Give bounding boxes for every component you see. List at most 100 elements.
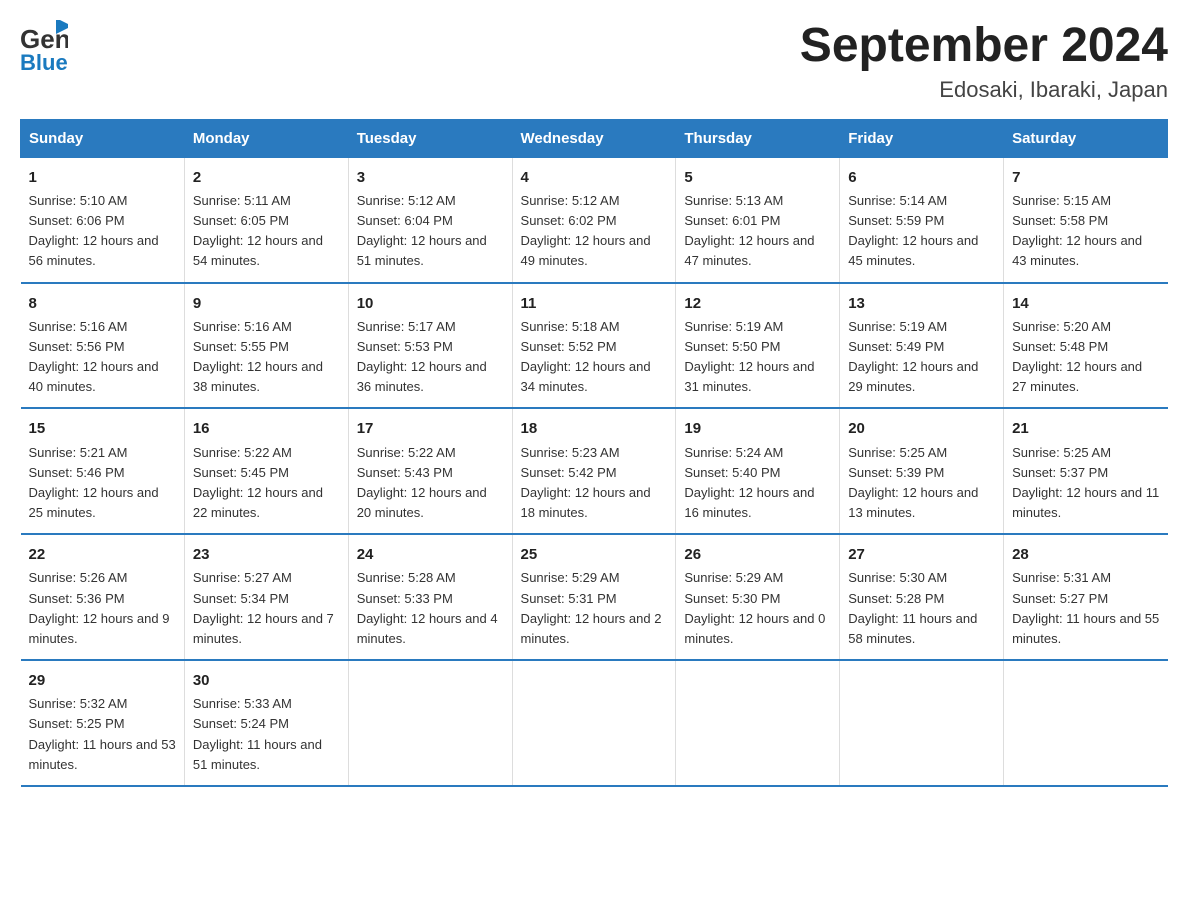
day-cell: 4 Sunrise: 5:12 AMSunset: 6:02 PMDayligh… xyxy=(512,157,676,282)
day-info: Sunrise: 5:29 AMSunset: 5:31 PMDaylight:… xyxy=(521,570,662,645)
day-number: 20 xyxy=(848,417,995,440)
day-number: 5 xyxy=(684,166,831,189)
day-info: Sunrise: 5:25 AMSunset: 5:39 PMDaylight:… xyxy=(848,445,978,520)
day-number: 25 xyxy=(521,543,668,566)
logo-image: General Blue xyxy=(20,20,68,77)
day-cell: 13 Sunrise: 5:19 AMSunset: 5:49 PMDaylig… xyxy=(840,283,1004,409)
week-row-4: 22 Sunrise: 5:26 AMSunset: 5:36 PMDaylig… xyxy=(21,534,1168,660)
weekday-header-friday: Friday xyxy=(840,119,1004,157)
day-cell: 26 Sunrise: 5:29 AMSunset: 5:30 PMDaylig… xyxy=(676,534,840,660)
day-number: 11 xyxy=(521,292,668,315)
day-number: 2 xyxy=(193,166,340,189)
day-info: Sunrise: 5:33 AMSunset: 5:24 PMDaylight:… xyxy=(193,696,322,771)
day-info: Sunrise: 5:20 AMSunset: 5:48 PMDaylight:… xyxy=(1012,319,1142,394)
day-cell: 29 Sunrise: 5:32 AMSunset: 5:25 PMDaylig… xyxy=(21,660,185,786)
day-cell: 21 Sunrise: 5:25 AMSunset: 5:37 PMDaylig… xyxy=(1004,408,1168,534)
day-number: 14 xyxy=(1012,292,1159,315)
day-number: 23 xyxy=(193,543,340,566)
day-info: Sunrise: 5:18 AMSunset: 5:52 PMDaylight:… xyxy=(521,319,651,394)
day-cell: 27 Sunrise: 5:30 AMSunset: 5:28 PMDaylig… xyxy=(840,534,1004,660)
day-cell: 14 Sunrise: 5:20 AMSunset: 5:48 PMDaylig… xyxy=(1004,283,1168,409)
day-cell xyxy=(512,660,676,786)
day-info: Sunrise: 5:32 AMSunset: 5:25 PMDaylight:… xyxy=(29,696,176,771)
day-cell: 3 Sunrise: 5:12 AMSunset: 6:04 PMDayligh… xyxy=(348,157,512,282)
day-info: Sunrise: 5:12 AMSunset: 6:02 PMDaylight:… xyxy=(521,193,651,268)
day-number: 28 xyxy=(1012,543,1159,566)
day-cell: 9 Sunrise: 5:16 AMSunset: 5:55 PMDayligh… xyxy=(184,283,348,409)
day-cell xyxy=(1004,660,1168,786)
day-number: 19 xyxy=(684,417,831,440)
day-number: 16 xyxy=(193,417,340,440)
week-row-2: 8 Sunrise: 5:16 AMSunset: 5:56 PMDayligh… xyxy=(21,283,1168,409)
day-cell xyxy=(840,660,1004,786)
week-row-1: 1 Sunrise: 5:10 AMSunset: 6:06 PMDayligh… xyxy=(21,157,1168,282)
day-number: 8 xyxy=(29,292,176,315)
location-subtitle: Edosaki, Ibaraki, Japan xyxy=(800,77,1168,103)
day-cell: 10 Sunrise: 5:17 AMSunset: 5:53 PMDaylig… xyxy=(348,283,512,409)
day-info: Sunrise: 5:21 AMSunset: 5:46 PMDaylight:… xyxy=(29,445,159,520)
day-number: 29 xyxy=(29,669,176,692)
day-number: 3 xyxy=(357,166,504,189)
day-number: 7 xyxy=(1012,166,1159,189)
day-info: Sunrise: 5:19 AMSunset: 5:50 PMDaylight:… xyxy=(684,319,814,394)
weekday-header-monday: Monday xyxy=(184,119,348,157)
day-info: Sunrise: 5:29 AMSunset: 5:30 PMDaylight:… xyxy=(684,570,825,645)
day-number: 4 xyxy=(521,166,668,189)
weekday-header-sunday: Sunday xyxy=(21,119,185,157)
day-cell: 23 Sunrise: 5:27 AMSunset: 5:34 PMDaylig… xyxy=(184,534,348,660)
day-cell: 16 Sunrise: 5:22 AMSunset: 5:45 PMDaylig… xyxy=(184,408,348,534)
day-info: Sunrise: 5:12 AMSunset: 6:04 PMDaylight:… xyxy=(357,193,487,268)
day-info: Sunrise: 5:14 AMSunset: 5:59 PMDaylight:… xyxy=(848,193,978,268)
day-cell: 25 Sunrise: 5:29 AMSunset: 5:31 PMDaylig… xyxy=(512,534,676,660)
day-number: 18 xyxy=(521,417,668,440)
day-info: Sunrise: 5:30 AMSunset: 5:28 PMDaylight:… xyxy=(848,570,977,645)
day-number: 17 xyxy=(357,417,504,440)
day-info: Sunrise: 5:15 AMSunset: 5:58 PMDaylight:… xyxy=(1012,193,1142,268)
weekday-header-row: SundayMondayTuesdayWednesdayThursdayFrid… xyxy=(21,119,1168,157)
day-number: 1 xyxy=(29,166,176,189)
day-info: Sunrise: 5:26 AMSunset: 5:36 PMDaylight:… xyxy=(29,570,170,645)
day-info: Sunrise: 5:16 AMSunset: 5:55 PMDaylight:… xyxy=(193,319,323,394)
svg-text:Blue: Blue xyxy=(20,50,68,72)
day-cell: 30 Sunrise: 5:33 AMSunset: 5:24 PMDaylig… xyxy=(184,660,348,786)
day-number: 13 xyxy=(848,292,995,315)
day-cell: 11 Sunrise: 5:18 AMSunset: 5:52 PMDaylig… xyxy=(512,283,676,409)
logo: General Blue xyxy=(20,20,68,77)
day-info: Sunrise: 5:28 AMSunset: 5:33 PMDaylight:… xyxy=(357,570,498,645)
day-cell: 2 Sunrise: 5:11 AMSunset: 6:05 PMDayligh… xyxy=(184,157,348,282)
day-info: Sunrise: 5:10 AMSunset: 6:06 PMDaylight:… xyxy=(29,193,159,268)
day-info: Sunrise: 5:31 AMSunset: 5:27 PMDaylight:… xyxy=(1012,570,1159,645)
day-cell: 22 Sunrise: 5:26 AMSunset: 5:36 PMDaylig… xyxy=(21,534,185,660)
day-number: 15 xyxy=(29,417,176,440)
title-block: September 2024 Edosaki, Ibaraki, Japan xyxy=(800,20,1168,103)
day-cell xyxy=(676,660,840,786)
day-cell: 24 Sunrise: 5:28 AMSunset: 5:33 PMDaylig… xyxy=(348,534,512,660)
day-cell: 8 Sunrise: 5:16 AMSunset: 5:56 PMDayligh… xyxy=(21,283,185,409)
day-cell: 18 Sunrise: 5:23 AMSunset: 5:42 PMDaylig… xyxy=(512,408,676,534)
day-cell: 20 Sunrise: 5:25 AMSunset: 5:39 PMDaylig… xyxy=(840,408,1004,534)
day-number: 21 xyxy=(1012,417,1159,440)
week-row-3: 15 Sunrise: 5:21 AMSunset: 5:46 PMDaylig… xyxy=(21,408,1168,534)
weekday-header-wednesday: Wednesday xyxy=(512,119,676,157)
page-header: General Blue September 2024 Edosaki, Iba… xyxy=(20,20,1168,103)
day-cell: 12 Sunrise: 5:19 AMSunset: 5:50 PMDaylig… xyxy=(676,283,840,409)
day-info: Sunrise: 5:24 AMSunset: 5:40 PMDaylight:… xyxy=(684,445,814,520)
day-info: Sunrise: 5:16 AMSunset: 5:56 PMDaylight:… xyxy=(29,319,159,394)
day-cell: 1 Sunrise: 5:10 AMSunset: 6:06 PMDayligh… xyxy=(21,157,185,282)
day-info: Sunrise: 5:17 AMSunset: 5:53 PMDaylight:… xyxy=(357,319,487,394)
week-row-5: 29 Sunrise: 5:32 AMSunset: 5:25 PMDaylig… xyxy=(21,660,1168,786)
day-number: 26 xyxy=(684,543,831,566)
day-number: 24 xyxy=(357,543,504,566)
day-number: 10 xyxy=(357,292,504,315)
day-cell: 5 Sunrise: 5:13 AMSunset: 6:01 PMDayligh… xyxy=(676,157,840,282)
day-number: 6 xyxy=(848,166,995,189)
day-info: Sunrise: 5:27 AMSunset: 5:34 PMDaylight:… xyxy=(193,570,334,645)
day-number: 27 xyxy=(848,543,995,566)
day-cell: 17 Sunrise: 5:22 AMSunset: 5:43 PMDaylig… xyxy=(348,408,512,534)
day-info: Sunrise: 5:22 AMSunset: 5:43 PMDaylight:… xyxy=(357,445,487,520)
weekday-header-tuesday: Tuesday xyxy=(348,119,512,157)
day-info: Sunrise: 5:22 AMSunset: 5:45 PMDaylight:… xyxy=(193,445,323,520)
weekday-header-saturday: Saturday xyxy=(1004,119,1168,157)
day-info: Sunrise: 5:23 AMSunset: 5:42 PMDaylight:… xyxy=(521,445,651,520)
day-number: 12 xyxy=(684,292,831,315)
